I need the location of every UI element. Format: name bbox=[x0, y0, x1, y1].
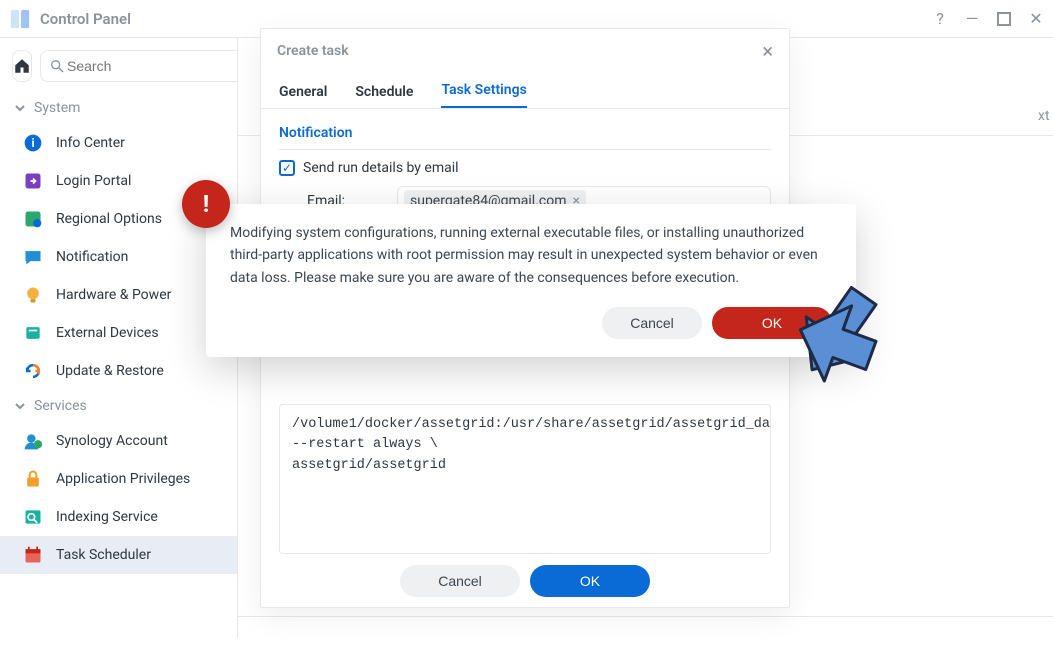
tab-task-settings[interactable]: Task Settings bbox=[441, 82, 526, 108]
sidebar-item-update-restore[interactable]: Update & Restore bbox=[0, 352, 237, 390]
modal-title: Create task bbox=[277, 43, 762, 59]
close-icon[interactable]: ✕ bbox=[1027, 10, 1045, 28]
svg-text:i: i bbox=[31, 136, 34, 150]
script-textarea[interactable]: /volume1/docker/assetgrid:/usr/share/ass… bbox=[279, 404, 771, 554]
chevron-down-icon bbox=[14, 400, 26, 412]
search-icon bbox=[49, 58, 65, 74]
device-icon bbox=[22, 322, 44, 344]
lock-icon bbox=[22, 468, 44, 490]
window-controls: ? — ✕ bbox=[931, 10, 1045, 28]
account-icon bbox=[22, 430, 44, 452]
control-panel-window: Control Panel ? — ✕ Syst bbox=[0, 0, 1053, 638]
sidebar-item-info-center[interactable]: i Info Center bbox=[0, 124, 237, 162]
warning-icon: ! bbox=[182, 180, 230, 228]
home-button[interactable] bbox=[12, 50, 32, 82]
minimize-icon[interactable]: — bbox=[963, 10, 981, 28]
chevron-down-icon bbox=[14, 102, 26, 114]
col-next-run[interactable]: xt run time bbox=[1028, 108, 1053, 124]
sidebar-item-indexing-service[interactable]: Indexing Service bbox=[0, 498, 237, 536]
section-system[interactable]: System bbox=[0, 92, 237, 124]
modal-tabs: General Schedule Task Settings bbox=[261, 73, 789, 109]
sidebar-item-synology-account[interactable]: Synology Account bbox=[0, 422, 237, 460]
checkbox-checked-icon[interactable]: ✓ bbox=[279, 160, 295, 176]
sidebar: System i Info Center Login Portal Region… bbox=[0, 38, 238, 638]
window-title: Control Panel bbox=[40, 10, 931, 28]
globe-icon bbox=[22, 208, 44, 230]
warning-dialog: ! Modifying system configurations, runni… bbox=[206, 204, 856, 357]
search-input[interactable] bbox=[40, 50, 259, 82]
modal-ok-button[interactable]: OK bbox=[530, 565, 650, 597]
section-services[interactable]: Services bbox=[0, 390, 237, 422]
index-icon bbox=[22, 506, 44, 528]
refresh-icon bbox=[22, 360, 44, 382]
notification-heading: Notification bbox=[279, 121, 771, 150]
annotation-arrow-icon bbox=[790, 282, 880, 392]
sidebar-item-application-privileges[interactable]: Application Privileges bbox=[0, 460, 237, 498]
maximize-icon[interactable] bbox=[995, 10, 1013, 28]
tab-schedule[interactable]: Schedule bbox=[355, 84, 413, 108]
dialog-cancel-button[interactable]: Cancel bbox=[602, 307, 702, 339]
sidebar-item-notification[interactable]: Notification bbox=[0, 238, 237, 276]
chat-icon bbox=[22, 246, 44, 268]
tab-general[interactable]: General bbox=[279, 84, 327, 108]
modal-close-icon[interactable]: × bbox=[762, 39, 773, 63]
sidebar-item-external-devices[interactable]: External Devices bbox=[0, 314, 237, 352]
info-icon: i bbox=[22, 132, 44, 154]
search-field[interactable] bbox=[65, 57, 250, 75]
app-icon bbox=[8, 7, 32, 31]
send-email-label: Send run details by email bbox=[303, 160, 459, 176]
send-email-checkbox-row[interactable]: ✓ Send run details by email bbox=[279, 160, 771, 176]
sidebar-item-task-scheduler[interactable]: Task Scheduler bbox=[0, 536, 237, 574]
help-icon[interactable]: ? bbox=[931, 10, 949, 28]
sidebar-item-hardware-power[interactable]: Hardware & Power bbox=[0, 276, 237, 314]
bulb-icon bbox=[22, 284, 44, 306]
portal-icon bbox=[22, 170, 44, 192]
status-bar: 356 items bbox=[238, 616, 1053, 656]
modal-cancel-button[interactable]: Cancel bbox=[400, 565, 520, 597]
calendar-icon bbox=[22, 544, 44, 566]
warning-text: Modifying system configurations, running… bbox=[230, 222, 832, 289]
